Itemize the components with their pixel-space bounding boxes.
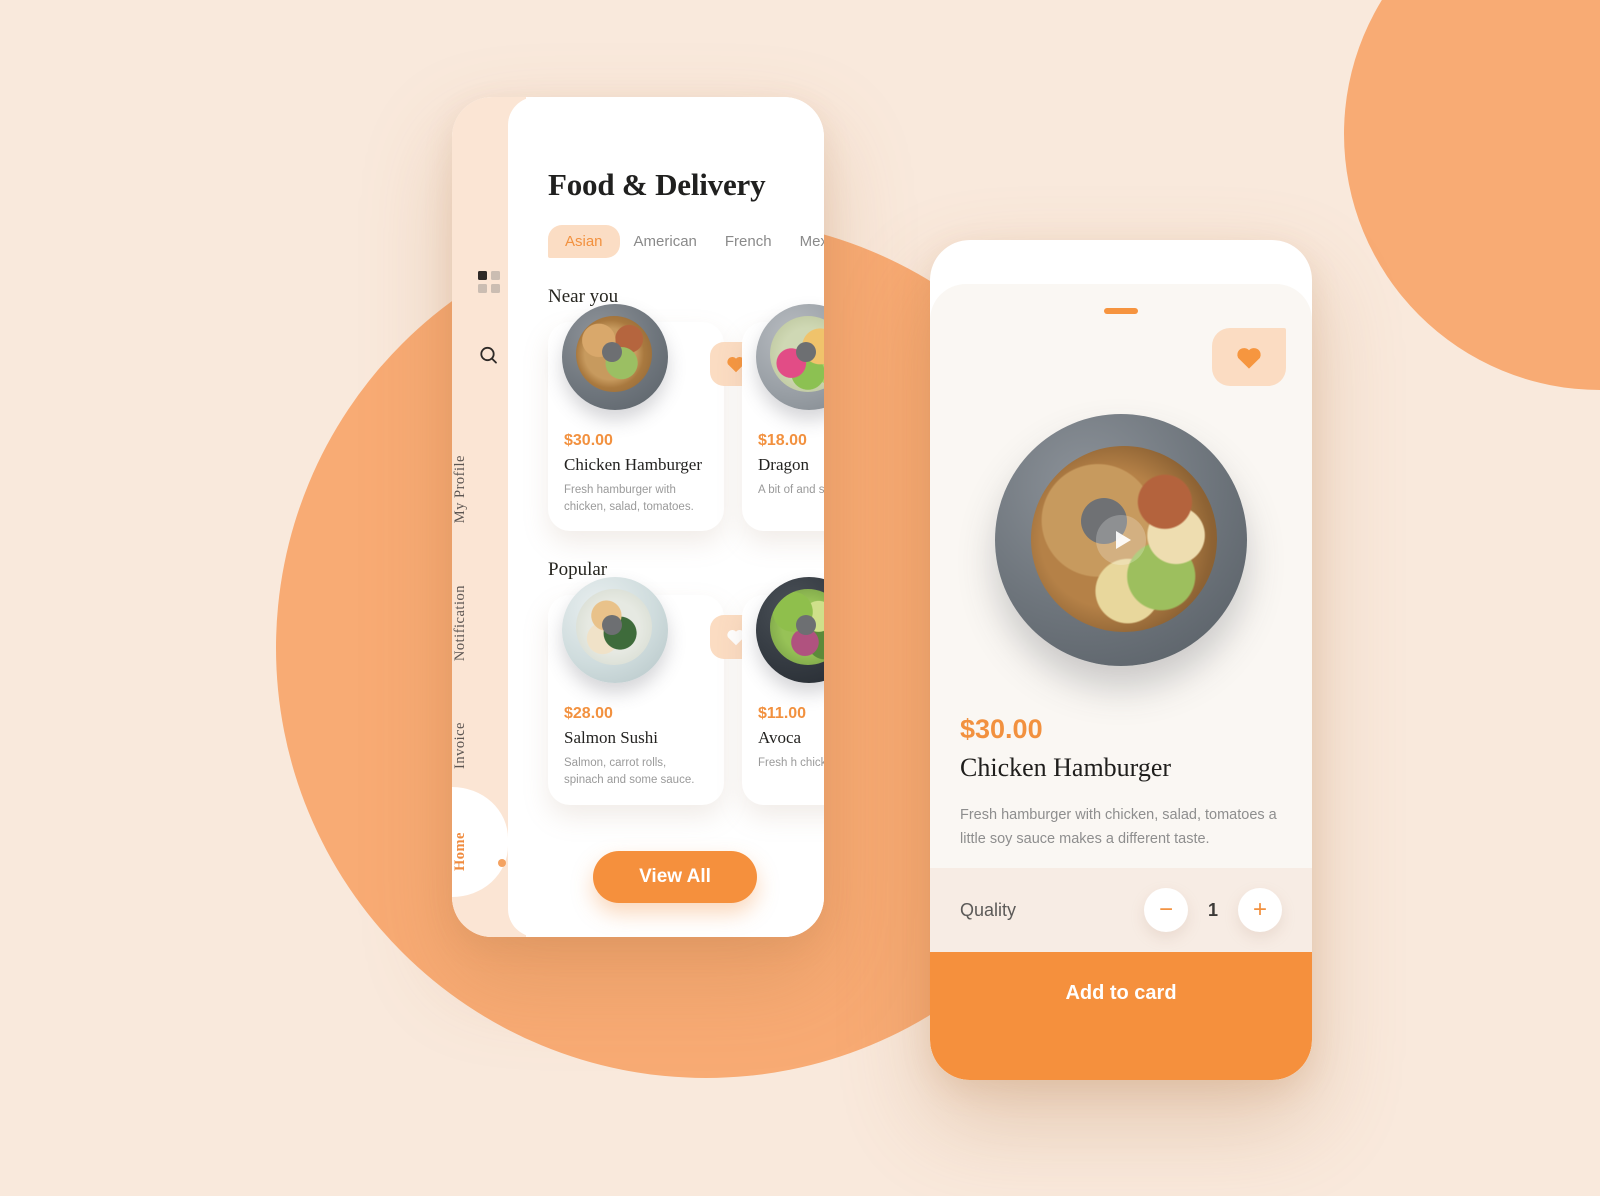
detail-screen-phone: $30.00 Chicken Hamburger Fresh hamburger… xyxy=(930,240,1312,1080)
tab-french[interactable]: French xyxy=(711,225,786,258)
sidebar-item-invoice[interactable]: Invoice xyxy=(452,722,526,788)
search-icon[interactable] xyxy=(452,345,526,367)
food-description: A bit of and so xyxy=(758,484,824,496)
food-thumbnail xyxy=(548,577,762,703)
food-name: Chicken Hamburger xyxy=(564,455,703,474)
tab-american[interactable]: American xyxy=(620,225,711,258)
plate-image xyxy=(562,304,668,410)
food-description: Fresh h chicke xyxy=(758,757,824,770)
quantity-label: Quality xyxy=(960,899,1017,920)
background-circle-corner xyxy=(1344,0,1600,390)
food-card[interactable]: $18.00 Dragon A bit of and so xyxy=(742,304,824,532)
sidebar-item-label: Notification xyxy=(452,585,468,662)
tab-asian[interactable]: Asian xyxy=(548,225,620,258)
decrease-quantity-button[interactable]: − xyxy=(1144,888,1188,932)
section-title-popular: Popular xyxy=(548,559,608,581)
near-you-card-row: $30.00 Chicken Hamburger Fresh hamburger… xyxy=(548,304,824,532)
increase-quantity-button[interactable]: + xyxy=(1238,888,1282,932)
sidebar-item-label: Invoice xyxy=(452,722,468,769)
quantity-stepper: − 1 + xyxy=(1144,888,1282,932)
food-name: Avoca xyxy=(758,728,802,748)
food-thumbnail xyxy=(742,304,824,430)
detail-price: $30.00 xyxy=(960,714,1043,744)
food-description: Fresh hamburger with chicken, salad, tom… xyxy=(564,484,694,513)
food-price: $28.00 xyxy=(564,705,613,723)
food-card[interactable]: $30.00 Chicken Hamburger Fresh hamburger… xyxy=(548,304,762,532)
category-tabs: Asian American French Mexico xyxy=(548,225,824,258)
heart-icon xyxy=(1237,347,1261,369)
sidebar-active-indicator-dot xyxy=(498,859,506,867)
food-card[interactable]: $28.00 Salmon Sushi Salmon, carrot rolls… xyxy=(548,577,762,805)
drag-handle[interactable] xyxy=(1104,308,1138,314)
tab-mexico[interactable]: Mexico xyxy=(786,225,824,258)
detail-info: $30.00 Chicken Hamburger Fresh hamburger… xyxy=(960,714,1282,852)
favorite-button[interactable] xyxy=(1212,328,1286,386)
quantity-bar: Quality − 1 + xyxy=(930,868,1312,952)
play-icon[interactable] xyxy=(1096,515,1146,565)
page-title: Food & Delivery xyxy=(548,167,766,202)
food-card[interactable]: $11.00 Avoca Fresh h chicke xyxy=(742,577,824,805)
food-name: Salmon Sushi xyxy=(564,728,658,748)
section-title-near-you: Near you xyxy=(548,286,619,307)
food-price: $18.00 xyxy=(758,432,807,449)
plate-image xyxy=(756,577,824,684)
food-price: $30.00 xyxy=(564,432,613,449)
home-content: Food & Delivery Asian American French Me… xyxy=(526,97,824,937)
detail-title: Chicken Hamburger xyxy=(960,753,1172,782)
food-hero-image xyxy=(995,414,1247,666)
popular-card-row: $28.00 Salmon Sushi Salmon, carrot rolls… xyxy=(548,577,824,805)
detail-description: Fresh hamburger with chicken, salad, tom… xyxy=(960,807,1277,848)
food-name: Dragon xyxy=(758,455,809,474)
food-description: Salmon, carrot rolls, spinach and some s… xyxy=(564,757,695,787)
plate-image xyxy=(756,304,824,410)
quantity-value: 1 xyxy=(1207,899,1218,920)
home-screen-phone: My Profile Notification Invoice Home Foo… xyxy=(452,97,824,937)
grid-icon[interactable] xyxy=(452,267,526,293)
sidebar-item-notification[interactable]: Notification xyxy=(452,585,526,689)
sidebar-item-my-profile[interactable]: My Profile xyxy=(452,455,526,541)
sidebar-item-label: Home xyxy=(452,832,468,872)
food-price: $11.00 xyxy=(758,705,807,723)
sidebar-item-label: My Profile xyxy=(452,455,468,524)
add-to-cart-button[interactable]: Add to card xyxy=(930,952,1312,1080)
detail-sheet: $30.00 Chicken Hamburger Fresh hamburger… xyxy=(930,284,1312,1080)
sidebar-item-home[interactable]: Home xyxy=(452,832,526,884)
food-thumbnail xyxy=(742,577,824,703)
view-all-button[interactable]: View All xyxy=(593,851,757,903)
food-thumbnail xyxy=(548,304,762,430)
plate-image xyxy=(562,577,668,684)
view-all-container: View All xyxy=(526,851,824,903)
